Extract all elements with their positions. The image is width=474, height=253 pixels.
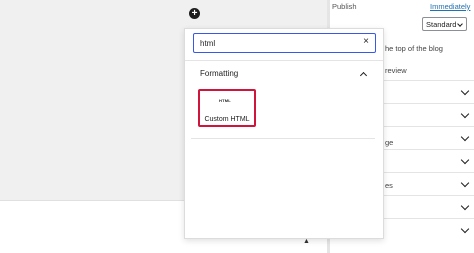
scroll-up-arrow-icon[interactable]: ▲	[303, 238, 310, 245]
chevron-down-icon	[460, 224, 470, 234]
chevron-down-icon	[460, 178, 470, 188]
block-search-box[interactable]: ×	[193, 33, 376, 53]
publish-label: Publish	[332, 2, 357, 11]
chevron-up-icon[interactable]	[358, 71, 370, 80]
pending-review-label: review	[385, 66, 407, 75]
html-icon: HTML	[219, 98, 231, 103]
category-title: Formatting	[200, 69, 239, 78]
sidebar-panel-label: es	[385, 181, 393, 190]
publish-date-link[interactable]: Immediately	[430, 2, 470, 11]
custom-html-block-button[interactable]: HTML Custom HTML	[198, 89, 256, 127]
block-inserter-popover: × Formatting HTML Custom HTML	[184, 28, 384, 239]
chevron-down-icon	[460, 109, 470, 119]
stick-to-top-label: he top of the blog	[385, 44, 443, 53]
divider	[185, 60, 383, 61]
chevron-down-icon	[457, 21, 463, 27]
chevron-down-icon	[460, 201, 470, 211]
divider	[191, 138, 375, 139]
chevron-down-icon	[460, 132, 470, 142]
block-label: Custom HTML	[204, 116, 250, 123]
chevron-down-icon	[460, 155, 470, 165]
post-format-select[interactable]: Standard	[422, 17, 467, 31]
sidebar-panel-label: ge	[385, 138, 394, 147]
chevron-down-icon	[460, 86, 470, 96]
add-block-plus-icon[interactable]: +	[189, 8, 200, 19]
post-format-value: Standard	[426, 20, 457, 29]
close-icon[interactable]: ×	[363, 36, 369, 47]
block-search-input[interactable]	[200, 37, 350, 49]
